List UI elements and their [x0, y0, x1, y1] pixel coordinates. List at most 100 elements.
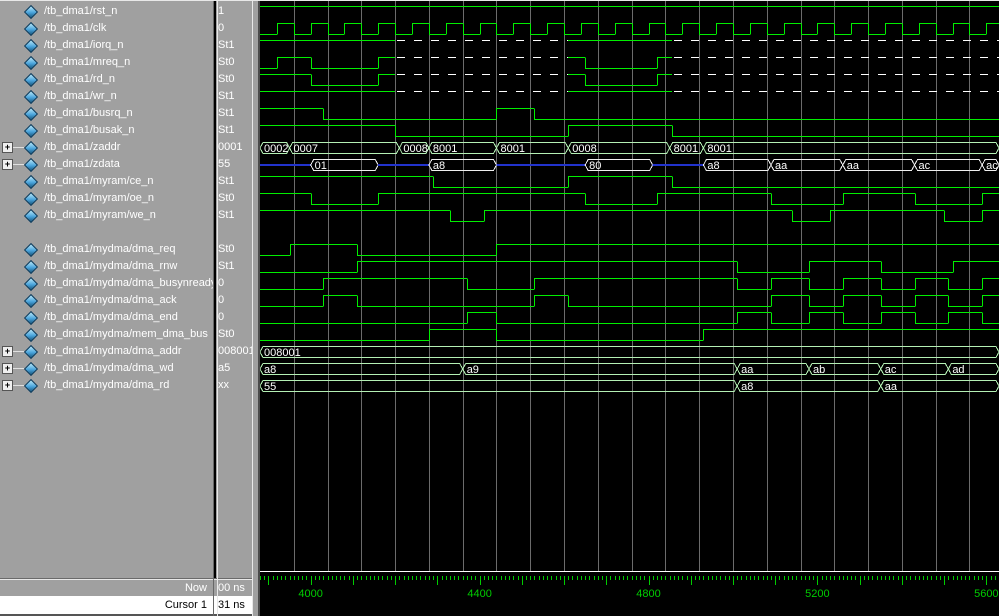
wave-trace: [260, 262, 999, 273]
signal-value: a5: [218, 360, 252, 377]
wave-trace: a8a9aaabacad: [260, 364, 999, 377]
signal-name: /tb_dma1/zdata: [44, 156, 120, 173]
signal-name: /tb_dma1/mreq_n: [44, 54, 130, 71]
signal-row[interactable]: + /tb_dma1/zdata: [0, 156, 213, 173]
signal-row[interactable]: +/tb_dma1/mydma/dma_wd: [0, 360, 213, 377]
signal-diamond-icon: [24, 56, 38, 70]
signal-row[interactable]: /tb_dma1/myram/ce_n: [0, 173, 213, 190]
svg-text:0008: 0008: [572, 143, 596, 155]
svg-text:5600: 5600: [974, 588, 998, 600]
wave-trace: [260, 194, 999, 205]
wave-window: /tb_dma1/rst_n/tb_dma1/clk/tb_dma1/iorq_…: [0, 0, 999, 616]
signal-name: /tb_dma1/mydma/dma_busynready: [44, 275, 213, 292]
signal-row[interactable]: /tb_dma1/busrq_n: [0, 105, 213, 122]
svg-text:008001: 008001: [264, 347, 301, 359]
signal-name: /tb_dma1/zaddr: [44, 139, 120, 156]
expand-plus-icon[interactable]: +: [2, 363, 13, 374]
signal-diamond-icon: [24, 73, 38, 87]
signal-row[interactable]: /tb_dma1/mydma/dma_busynready: [0, 275, 213, 292]
signal-row[interactable]: /tb_dma1/rst_n: [0, 3, 213, 20]
signal-value: 1: [218, 3, 252, 20]
wave-trace: [260, 245, 999, 256]
signal-value: 0: [218, 275, 252, 292]
expand-connector: [13, 385, 24, 386]
signal-name: /tb_dma1/myram/oe_n: [44, 190, 154, 207]
signal-row[interactable]: /tb_dma1/mydma/dma_end: [0, 309, 213, 326]
wave-trace: [260, 75, 999, 86]
svg-text:a9: a9: [467, 364, 479, 376]
signal-row[interactable]: +/tb_dma1/mydma/dma_rd: [0, 377, 213, 394]
signal-name: /tb_dma1/mydma/dma_addr: [44, 343, 182, 360]
expand-connector: [13, 351, 24, 352]
signal-value: St0: [218, 190, 252, 207]
cursor-bar[interactable]: Cursor 1 31 ns: [0, 596, 260, 614]
signal-diamond-icon: [24, 328, 38, 342]
signal-row[interactable]: /tb_dma1/wr_n: [0, 88, 213, 105]
signal-diamond-icon: [24, 39, 38, 53]
signal-row[interactable]: + /tb_dma1/zaddr: [0, 139, 213, 156]
expand-plus-icon[interactable]: +: [2, 346, 13, 357]
signal-name: /tb_dma1/rst_n: [44, 3, 117, 20]
wave-canvas[interactable]: 0002000700088001800100088001800101a880a8…: [260, 1, 999, 616]
wave-trace: [260, 330, 999, 341]
signal-diamond-icon: [24, 107, 38, 121]
signal-row[interactable]: /tb_dma1/rd_n: [0, 71, 213, 88]
signal-value: St0: [218, 241, 252, 258]
svg-text:0007: 0007: [294, 143, 318, 155]
svg-text:ad: ad: [952, 364, 964, 376]
values-wave-splitter[interactable]: [252, 1, 260, 616]
signal-diamond-icon: [24, 141, 38, 155]
svg-text:0002: 0002: [264, 143, 288, 155]
signal-diamond-icon: [24, 243, 38, 257]
signal-diamond-icon: [24, 158, 38, 172]
svg-text:ac: ac: [986, 160, 998, 172]
wave-trace: 55a8aa: [260, 381, 999, 394]
signal-row[interactable]: /tb_dma1/mydma/mem_dma_bus: [0, 326, 213, 343]
signal-value: St1: [218, 105, 252, 122]
signal-name: /tb_dma1/mydma/dma_req: [44, 241, 175, 258]
signal-row[interactable]: + /tb_dma1/mydma/dma_addr: [0, 343, 213, 360]
signal-diamond-icon: [24, 311, 38, 325]
now-label: Now: [0, 579, 207, 597]
svg-text:5200: 5200: [805, 588, 829, 600]
signal-row[interactable]: /tb_dma1/mydma/dma_req: [0, 241, 213, 258]
signal-diamond-icon: [24, 345, 38, 359]
signal-value: 008001: [218, 343, 252, 360]
expand-connector: [13, 368, 24, 369]
signal-row[interactable]: /tb_dma1/myram/oe_n: [0, 190, 213, 207]
signal-diamond-icon: [24, 124, 38, 138]
expand-plus-icon[interactable]: +: [2, 380, 13, 391]
signal-row[interactable]: /tb_dma1/busak_n: [0, 122, 213, 139]
signal-row[interactable]: /tb_dma1/myram/we_n: [0, 207, 213, 224]
svg-text:a8: a8: [741, 381, 753, 393]
signal-name: /tb_dma1/iorq_n: [44, 37, 124, 54]
signal-value: St0: [218, 326, 252, 343]
names-values-splitter[interactable]: [213, 1, 218, 616]
signal-row[interactable]: /tb_dma1/mydma/dma_ack: [0, 292, 213, 309]
timeline-ruler[interactable]: 40004400480052005600: [260, 572, 999, 601]
svg-text:ab: ab: [813, 364, 825, 376]
signal-diamond-icon: [24, 22, 38, 36]
expand-connector: [13, 164, 24, 165]
expand-plus-icon[interactable]: +: [2, 142, 13, 153]
signal-value: St1: [218, 122, 252, 139]
expand-plus-icon[interactable]: +: [2, 159, 13, 170]
signal-row[interactable]: /tb_dma1/mydma/dma_rnw: [0, 258, 213, 275]
signal-diamond-icon: [24, 379, 38, 393]
signal-row[interactable]: /tb_dma1/iorq_n: [0, 37, 213, 54]
signal-name: /tb_dma1/mydma/dma_ack: [44, 292, 177, 309]
wave-trace: [260, 296, 999, 307]
signal-name: /tb_dma1/busrq_n: [44, 105, 133, 122]
signal-value: St1: [218, 37, 252, 54]
expand-connector: [13, 147, 24, 148]
wave-trace: 00020007000880018001000880018001: [260, 143, 999, 156]
signal-names-panel: /tb_dma1/rst_n/tb_dma1/clk/tb_dma1/iorq_…: [0, 1, 213, 578]
signal-name: /tb_dma1/mydma/dma_rnw: [44, 258, 177, 275]
wave-trace: [260, 109, 999, 120]
signal-row[interactable]: /tb_dma1/clk: [0, 20, 213, 37]
signal-name: /tb_dma1/myram/ce_n: [44, 173, 153, 190]
wave-trace: [260, 24, 999, 35]
wave-trace: [260, 211, 999, 222]
signal-diamond-icon: [24, 260, 38, 274]
signal-row[interactable]: /tb_dma1/mreq_n: [0, 54, 213, 71]
